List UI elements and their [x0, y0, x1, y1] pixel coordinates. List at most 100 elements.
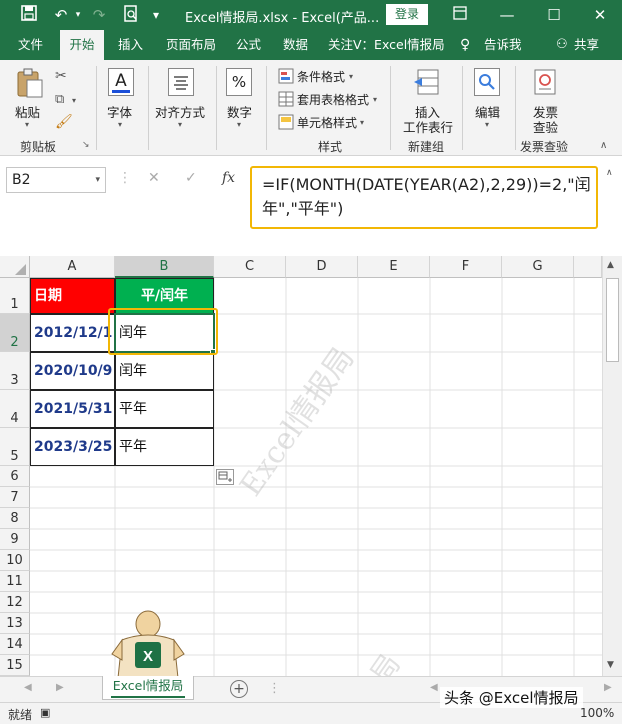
- cell-grid[interactable]: 日期 平/闰年 2012/12/1 闰年 2020/10/9 闰年 2021/5…: [30, 278, 602, 676]
- row-header-11[interactable]: 11: [0, 571, 30, 592]
- column-header-c[interactable]: C: [214, 256, 286, 278]
- row-header-2[interactable]: 2: [0, 314, 30, 352]
- tab-split-icon[interactable]: ⋮: [268, 681, 281, 696]
- scroll-thumb[interactable]: [606, 278, 619, 362]
- edit-button[interactable]: 编辑: [475, 102, 500, 121]
- cut-icon[interactable]: ✂: [55, 68, 67, 84]
- invoice-label-2[interactable]: 查验: [533, 117, 558, 136]
- column-header-h[interactable]: [574, 256, 602, 278]
- search-icon[interactable]: [474, 68, 500, 96]
- tab-file[interactable]: 文件: [18, 30, 43, 60]
- sheet-tab-active[interactable]: Excel情报局: [102, 676, 194, 700]
- lightbulb-icon[interactable]: ♀: [460, 30, 470, 60]
- scroll-up-icon[interactable]: ▲: [607, 260, 614, 270]
- insert-row-icon[interactable]: [412, 68, 442, 96]
- font-icon[interactable]: A: [108, 68, 134, 96]
- paste-button[interactable]: 粘贴: [15, 102, 40, 121]
- login-button[interactable]: 登录: [386, 4, 428, 25]
- cell-style-dropdown-icon[interactable]: ▾: [360, 118, 364, 127]
- plus-circle-icon[interactable]: +: [230, 680, 248, 698]
- column-header-d[interactable]: D: [286, 256, 358, 278]
- date-cell[interactable]: 2021/5/31: [30, 390, 115, 428]
- column-header-g[interactable]: G: [502, 256, 574, 278]
- invoice-icon[interactable]: [531, 68, 559, 96]
- row-header-12[interactable]: 12: [0, 592, 30, 613]
- copy-icon[interactable]: ⧉: [55, 92, 64, 107]
- vertical-scrollbar[interactable]: ▲ ▼: [602, 256, 622, 676]
- scroll-down-icon[interactable]: ▼: [607, 660, 614, 670]
- number-dropdown-icon[interactable]: ▾: [237, 120, 241, 129]
- number-button[interactable]: 数字: [227, 102, 252, 121]
- edit-dropdown-icon[interactable]: ▾: [485, 120, 489, 129]
- share-icon[interactable]: ⚇: [556, 30, 568, 60]
- row-header-3[interactable]: 3: [0, 352, 30, 390]
- cell-style-icon[interactable]: [278, 114, 294, 130]
- row-header-4[interactable]: 4: [0, 390, 30, 428]
- insert-row-label-2[interactable]: 工作表行: [403, 117, 453, 136]
- percent-icon[interactable]: %: [226, 68, 252, 96]
- date-cell[interactable]: 2020/10/9: [30, 352, 115, 390]
- row-header-5[interactable]: 5: [0, 428, 30, 466]
- minimize-icon[interactable]: —: [497, 5, 517, 25]
- tab-insert[interactable]: 插入: [118, 30, 143, 60]
- print-preview-icon[interactable]: [120, 5, 142, 25]
- row-header-10[interactable]: 10: [0, 550, 30, 571]
- font-button[interactable]: 字体: [107, 102, 132, 121]
- format-painter-icon[interactable]: 🖌: [55, 114, 73, 130]
- row-header-14[interactable]: 14: [0, 634, 30, 655]
- conditional-format-icon[interactable]: [278, 68, 294, 84]
- table-format-icon[interactable]: [278, 91, 294, 107]
- scroll-left-icon[interactable]: ◀: [430, 682, 438, 693]
- column-header-b[interactable]: B: [115, 256, 214, 278]
- undo-dropdown-icon[interactable]: ▾: [73, 5, 83, 25]
- conditional-format-button[interactable]: 条件格式: [297, 68, 345, 85]
- tab-page-layout[interactable]: 页面布局: [166, 30, 216, 60]
- copy-dropdown-icon[interactable]: ▾: [72, 96, 76, 105]
- row-header-9[interactable]: 9: [0, 529, 30, 550]
- save-icon[interactable]: [18, 5, 40, 25]
- table-format-dropdown-icon[interactable]: ▾: [373, 95, 377, 104]
- column-header-e[interactable]: E: [358, 256, 430, 278]
- paste-dropdown-icon[interactable]: ▾: [25, 120, 29, 129]
- scroll-right-icon[interactable]: ▶: [604, 682, 612, 693]
- alignment-dropdown-icon[interactable]: ▾: [178, 120, 182, 129]
- tab-follow[interactable]: 关注V：Excel情报局: [328, 30, 445, 60]
- collapse-ribbon-icon[interactable]: ∧: [600, 140, 607, 151]
- result-cell[interactable]: 闰年: [115, 352, 214, 390]
- prev-sheet-icon[interactable]: ◀: [24, 682, 32, 693]
- formula-expand-icon[interactable]: ∧: [606, 168, 613, 178]
- select-all-corner[interactable]: [0, 256, 30, 278]
- formula-input[interactable]: =IF(MONTH(DATE(YEAR(A2),2,29))=2,"闰 年","…: [250, 166, 598, 229]
- enter-icon[interactable]: ✓: [185, 170, 197, 186]
- tab-formulas[interactable]: 公式: [236, 30, 261, 60]
- fx-icon[interactable]: fx: [222, 170, 235, 186]
- font-dropdown-icon[interactable]: ▾: [118, 120, 122, 129]
- row-header-1[interactable]: 1: [0, 278, 30, 314]
- maximize-icon[interactable]: ☐: [544, 5, 564, 25]
- column-header-a[interactable]: A: [30, 256, 115, 278]
- clipboard-launcher-icon[interactable]: ↘: [82, 140, 90, 150]
- result-cell[interactable]: 平年: [115, 390, 214, 428]
- zoom-level[interactable]: 100%: [580, 706, 614, 720]
- name-box[interactable]: B2 ▾: [6, 167, 106, 193]
- undo-icon[interactable]: ↶: [50, 5, 72, 25]
- column-header-f[interactable]: F: [430, 256, 502, 278]
- tell-me[interactable]: 告诉我: [484, 30, 522, 60]
- macro-record-icon[interactable]: ▣: [40, 706, 50, 719]
- date-cell[interactable]: 2023/3/25: [30, 428, 115, 466]
- cancel-icon[interactable]: ✕: [148, 170, 160, 186]
- conditional-format-dropdown-icon[interactable]: ▾: [349, 72, 353, 81]
- ribbon-display-icon[interactable]: [450, 5, 470, 25]
- row-header-15[interactable]: 15: [0, 655, 30, 676]
- redo-icon[interactable]: ↷: [88, 5, 110, 25]
- name-box-dropdown-icon[interactable]: ▾: [95, 168, 100, 192]
- row-header-13[interactable]: 13: [0, 613, 30, 634]
- customize-qat-icon[interactable]: ▾: [148, 5, 164, 25]
- row-header-7[interactable]: 7: [0, 487, 30, 508]
- table-format-button[interactable]: 套用表格格式: [297, 91, 369, 108]
- tab-data[interactable]: 数据: [283, 30, 308, 60]
- tab-home[interactable]: 开始: [60, 30, 104, 60]
- alignment-button[interactable]: 对齐方式: [155, 102, 205, 121]
- header-cell-date[interactable]: 日期: [30, 278, 115, 314]
- share-button[interactable]: 共享: [574, 30, 599, 60]
